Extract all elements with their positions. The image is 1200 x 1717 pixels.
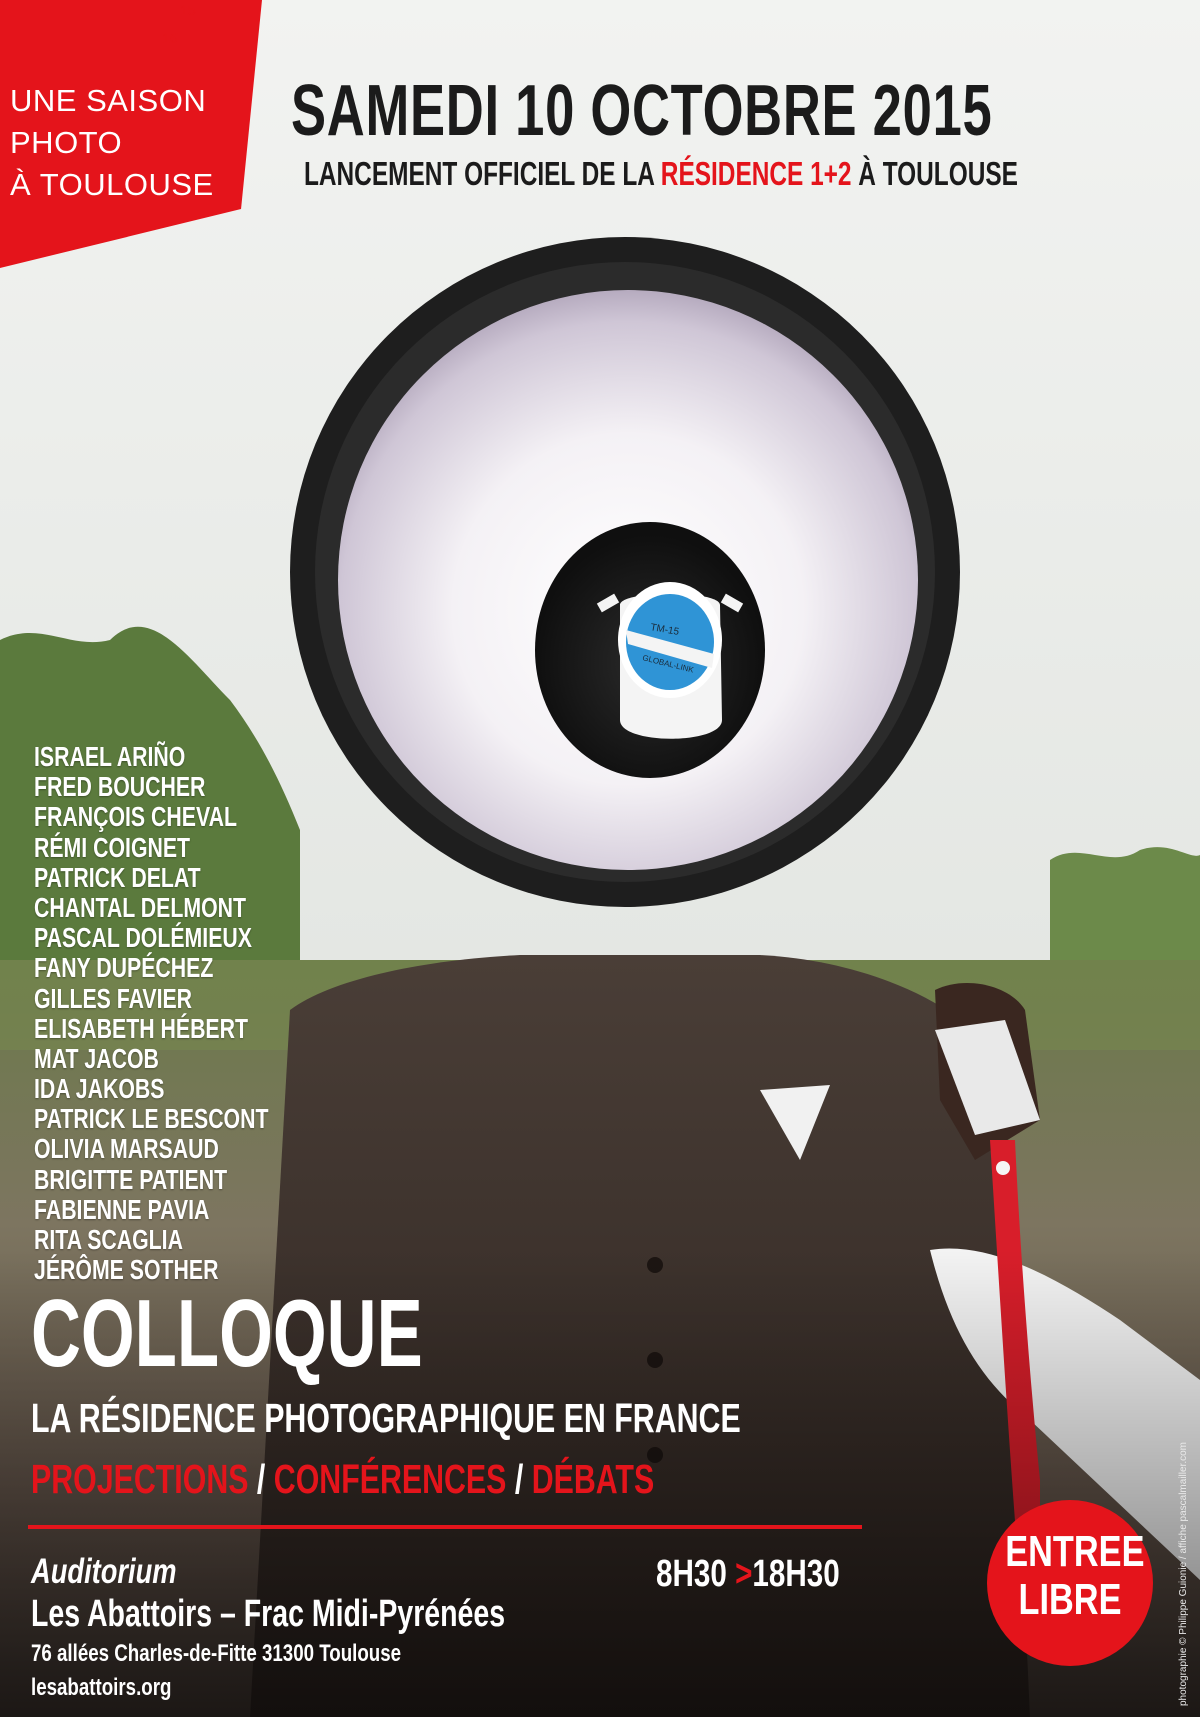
artist-name: GILLES FAVIER	[34, 982, 193, 1014]
event-hours: 8H30 >18H30	[656, 1553, 840, 1596]
artist-name: CHANTAL DELMONT	[34, 891, 246, 923]
artist-name: FANY DUPÉCHEZ	[34, 952, 214, 984]
season-years-mark: 15 16	[158, 0, 200, 56]
format-separator: /	[248, 1456, 274, 1502]
event-formats: PROJECTIONS / CONFÉRENCES / DÉBATS	[31, 1456, 654, 1503]
venue-room: Auditorium	[31, 1552, 177, 1591]
venue-address: 76 allées Charles-de-Fitte 31300 Toulous…	[31, 1640, 402, 1667]
artist-list: ISRAEL ARIÑO FRED BOUCHER FRANÇOIS CHEVA…	[34, 741, 269, 1285]
format-debates: DÉBATS	[531, 1456, 655, 1502]
strap-rivet	[996, 1161, 1010, 1175]
season-label-line: PHOTO	[10, 125, 123, 160]
event-date: SAMEDI 10 OCTOBRE 2015	[291, 71, 993, 151]
season-label-line: UNE SAISON	[10, 83, 207, 118]
format-conferences: CONFÉRENCES	[273, 1456, 507, 1502]
artist-name: FABIENNE PAVIA	[34, 1193, 210, 1225]
artist-name: IDA JAKOBS	[34, 1073, 165, 1105]
subtitle-highlight: RÉSIDENCE 1+2	[660, 155, 852, 192]
season-year-bottom: 16	[162, 30, 178, 46]
subtitle-text-end: À TOULOUSE	[851, 155, 1018, 192]
format-projections: PROJECTIONS	[31, 1456, 249, 1502]
hours-start: 8H30	[656, 1553, 727, 1595]
badge-line-1: ENTREE	[1005, 1527, 1145, 1576]
artist-name: PASCAL DOLÉMIEUX	[34, 922, 252, 954]
artist-name: ELISABETH HÉBERT	[34, 1012, 248, 1044]
event-theme: LA RÉSIDENCE PHOTOGRAPHIQUE EN FRANCE	[31, 1395, 741, 1441]
divider-rule	[28, 1525, 862, 1529]
free-entry-badge: ENTREE LIBRE	[987, 1500, 1153, 1666]
subtitle-text: LANCEMENT OFFICIEL DE LA	[304, 155, 661, 192]
artist-name: FRANÇOIS CHEVAL	[34, 801, 237, 833]
artist-name: FRED BOUCHER	[34, 771, 206, 803]
artist-name: OLIVIA MARSAUD	[34, 1133, 219, 1165]
artist-name: PATRICK DELAT	[34, 861, 201, 893]
artist-name: ISRAEL ARIÑO	[34, 741, 186, 772]
artist-name: RITA SCAGLIA	[34, 1224, 183, 1255]
season-label-line: À TOULOUSE	[10, 167, 214, 202]
hours-end: 18H30	[752, 1553, 840, 1595]
venue-name: Les Abattoirs – Frac Midi-Pyrénées	[31, 1593, 506, 1635]
badge-line-2: LIBRE	[1018, 1575, 1122, 1624]
artist-name: PATRICK LE BESCONT	[34, 1103, 269, 1135]
artist-name: BRIGITTE PATIENT	[34, 1163, 228, 1195]
season-label: UNE SAISON PHOTO À TOULOUSE	[10, 80, 214, 206]
event-kind-heading: COLLOQUE	[31, 1280, 423, 1387]
hours-arrow: >	[735, 1553, 753, 1595]
event-subtitle: LANCEMENT OFFICIEL DE LA RÉSIDENCE 1+2 À…	[304, 155, 1018, 193]
venue-website[interactable]: lesabattoirs.org	[31, 1674, 171, 1702]
format-separator: /	[506, 1456, 532, 1502]
photo-credit: photographie © Philippe Guionie / affich…	[1178, 1441, 1189, 1706]
artist-name: MAT JACOB	[34, 1042, 159, 1074]
artist-name: RÉMI COIGNET	[34, 831, 191, 863]
